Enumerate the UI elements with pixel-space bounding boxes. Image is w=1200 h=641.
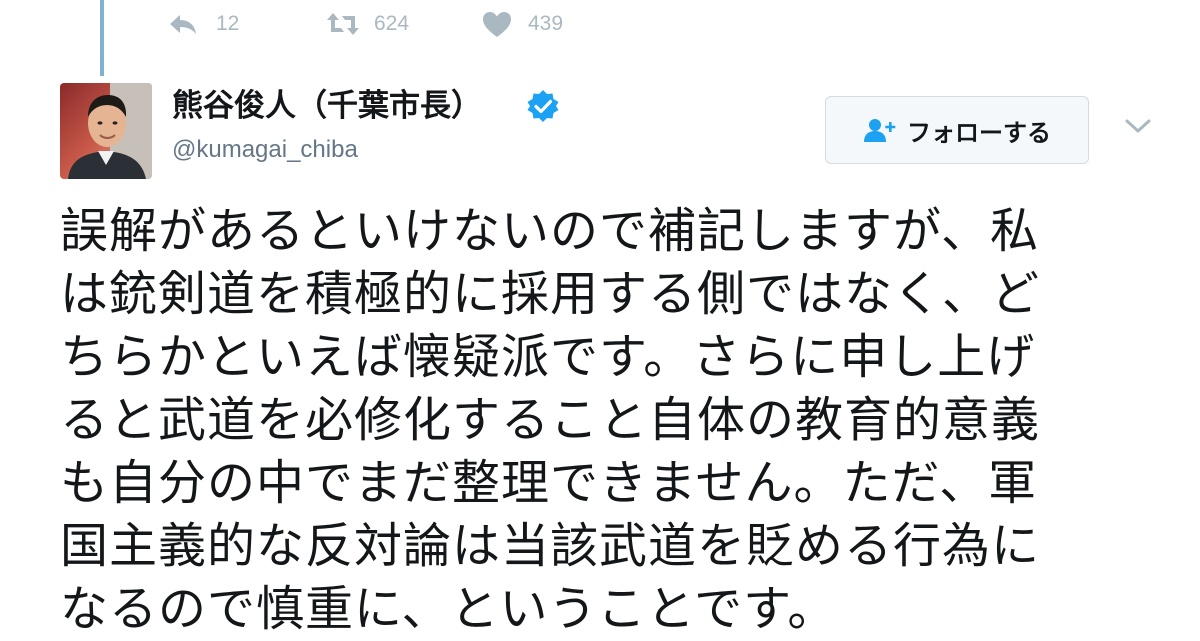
like-count: 439 xyxy=(528,12,564,35)
thread-connector-line xyxy=(100,0,104,76)
tweet-text-line: も自分の中でまだ整理できません。ただ、軍 xyxy=(60,455,1038,511)
tweet-text-line: は銃剣道を積極的に採用する側ではなく、ど xyxy=(60,266,1041,322)
tweet-text: 誤解があるといけないので補記しますが、私 は銃剣道を積極的に採用する側ではなく、… xyxy=(60,200,1150,641)
retweet-button[interactable]: 624 xyxy=(326,12,482,36)
tweet-text-line: 誤解があるといけないので補記しますが、私 xyxy=(60,203,1040,259)
tweet-text-line: なるので慎重に、ということです。 xyxy=(60,581,837,637)
avatar[interactable] xyxy=(60,83,152,179)
retweet-count: 624 xyxy=(374,12,410,35)
follow-button[interactable]: フォローする xyxy=(825,96,1089,164)
heart-icon xyxy=(482,11,512,38)
author-handle[interactable]: @kumagai_chiba xyxy=(172,134,358,166)
reply-count: 12 xyxy=(216,12,240,35)
tweet-actions: 12 624 439 xyxy=(168,6,602,42)
tweet-text-line: ると武道を必修化すること自体の教育的意義 xyxy=(60,392,1041,448)
tweet-text-line: 国主義的な反対論は当該武道を貶める行為に xyxy=(60,518,1041,574)
reply-icon xyxy=(168,13,198,35)
tweet-text-line: ちらかといえば懐疑派です。さらに申し上げ xyxy=(60,329,1036,385)
chevron-down-icon[interactable] xyxy=(1124,116,1152,136)
reply-button[interactable]: 12 xyxy=(168,12,326,36)
follow-button-label: フォローする xyxy=(907,118,1051,147)
follow-user-icon xyxy=(863,117,897,143)
verified-badge-icon xyxy=(526,89,560,123)
like-button[interactable]: 439 xyxy=(482,11,602,38)
author-display-name[interactable]: 熊谷俊人（千葉市長） xyxy=(172,84,482,128)
retweet-icon xyxy=(326,12,360,36)
